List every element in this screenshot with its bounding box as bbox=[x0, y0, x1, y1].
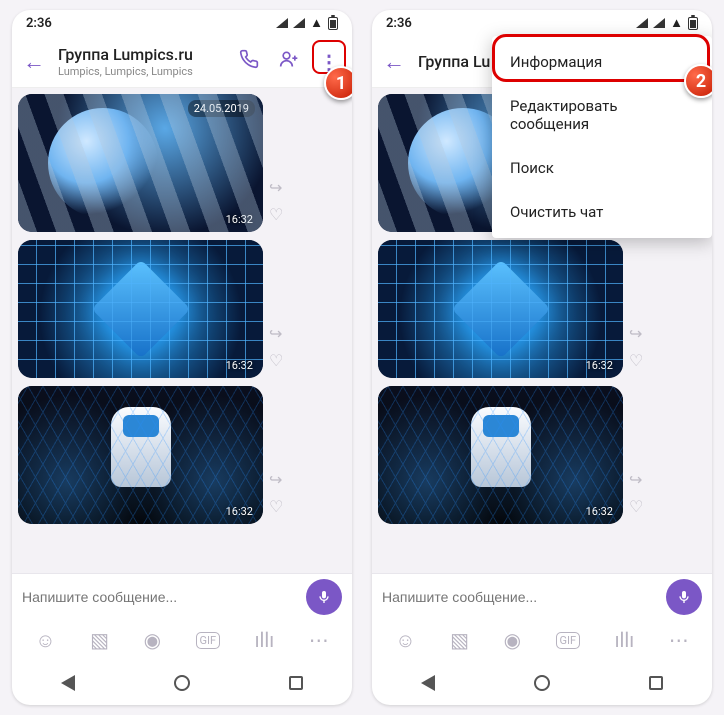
reaction-icons: ↪ ♡ bbox=[269, 324, 283, 378]
nav-recent-icon[interactable] bbox=[649, 676, 663, 690]
image-ai-robot: 16:32 bbox=[378, 386, 623, 524]
back-icon[interactable]: ← bbox=[380, 49, 408, 75]
signal-icon bbox=[636, 18, 648, 28]
audio-icon[interactable]: ıllı bbox=[255, 628, 275, 652]
nav-home-icon[interactable] bbox=[534, 675, 550, 691]
image-message[interactable]: 16:32 bbox=[18, 386, 263, 524]
step-badge-1: 1 bbox=[324, 66, 352, 100]
mic-button[interactable] bbox=[666, 579, 702, 615]
nav-home-icon[interactable] bbox=[174, 675, 190, 691]
sticker-icon[interactable]: ☺ bbox=[395, 628, 415, 653]
share-icon[interactable]: ↪ bbox=[269, 178, 283, 197]
image-ai-robot: 16:32 bbox=[18, 386, 263, 524]
reaction-icons: ↪ ♡ bbox=[269, 178, 283, 232]
battery-icon bbox=[328, 17, 338, 30]
chat-title: Группа Lumpics.ru bbox=[58, 45, 224, 64]
reaction-icons: ↪ ♡ bbox=[629, 324, 643, 378]
share-icon[interactable]: ↪ bbox=[269, 470, 283, 489]
like-icon[interactable]: ♡ bbox=[269, 497, 283, 516]
image-message[interactable]: 24.05.2019 16:32 bbox=[18, 94, 263, 232]
image-cpu-chip: 16:32 bbox=[18, 240, 263, 378]
phone-right: 2:36 ▲ ← Группа Lu Информация Редактиров… bbox=[372, 10, 712, 705]
more-attach-icon[interactable]: ⋯ bbox=[309, 628, 329, 652]
reaction-icons: ↪ ♡ bbox=[269, 470, 283, 524]
message-time: 16:32 bbox=[226, 505, 253, 518]
like-icon[interactable]: ♡ bbox=[629, 351, 643, 370]
attachment-toolbar: ☺ ▧ ◉ GIF ıllı ⋯ bbox=[372, 619, 712, 661]
camera-icon[interactable]: ◉ bbox=[144, 628, 161, 652]
message-time: 16:32 bbox=[226, 213, 253, 226]
callout-highlight-info bbox=[492, 34, 710, 82]
audio-icon[interactable]: ıllı bbox=[615, 628, 635, 652]
android-nav-bar bbox=[12, 661, 352, 705]
wifi-icon: ▲ bbox=[670, 15, 683, 31]
chat-body[interactable]: 24.05.2019 16:32 ↪ ♡ 16:32 ↪ ♡ bbox=[12, 88, 352, 573]
message-date: 24.05.2019 bbox=[188, 100, 255, 117]
image-message[interactable]: 16:32 bbox=[18, 240, 263, 378]
message-time: 16:32 bbox=[586, 359, 613, 372]
gallery-icon[interactable]: ▧ bbox=[90, 628, 109, 652]
nav-recent-icon[interactable] bbox=[289, 676, 303, 690]
status-icons: ▲ bbox=[636, 15, 698, 31]
menu-item-search[interactable]: Поиск bbox=[492, 146, 712, 190]
share-icon[interactable]: ↪ bbox=[269, 324, 283, 343]
attachment-toolbar: ☺ ▧ ◉ GIF ıllı ⋯ bbox=[12, 619, 352, 661]
chat-subtitle: Lumpics, Lumpics, Lumpics bbox=[58, 65, 224, 78]
signal-icon bbox=[276, 18, 288, 28]
android-nav-bar bbox=[372, 661, 712, 705]
like-icon[interactable]: ♡ bbox=[629, 497, 643, 516]
message-row: 16:32 ↪ ♡ bbox=[18, 240, 346, 378]
nav-back-icon[interactable] bbox=[421, 675, 435, 691]
status-bar: 2:36 ▲ bbox=[372, 10, 712, 36]
menu-item-clear[interactable]: Очистить чат bbox=[492, 190, 712, 234]
message-input[interactable] bbox=[22, 589, 296, 605]
gif-icon[interactable]: GIF bbox=[556, 632, 581, 649]
mic-button[interactable] bbox=[306, 579, 342, 615]
like-icon[interactable]: ♡ bbox=[269, 205, 283, 224]
share-icon[interactable]: ↪ bbox=[629, 324, 643, 343]
image-message[interactable]: 16:32 bbox=[378, 240, 623, 378]
message-row: 24.05.2019 16:32 ↪ ♡ bbox=[18, 94, 346, 232]
menu-item-edit[interactable]: Редактировать сообщения bbox=[492, 84, 712, 146]
add-user-icon[interactable] bbox=[274, 49, 304, 74]
step-badge-2: 2 bbox=[684, 64, 712, 98]
signal-icon bbox=[653, 18, 665, 28]
status-time: 2:36 bbox=[386, 16, 412, 31]
call-icon[interactable] bbox=[234, 49, 264, 74]
message-row: 16:32 ↪ ♡ bbox=[378, 386, 706, 524]
message-row: 16:32 ↪ ♡ bbox=[18, 386, 346, 524]
signal-icon bbox=[293, 18, 305, 28]
status-time: 2:36 bbox=[26, 16, 52, 31]
image-globe-keyboard: 24.05.2019 16:32 bbox=[18, 94, 263, 232]
message-time: 16:32 bbox=[586, 505, 613, 518]
reaction-icons: ↪ ♡ bbox=[629, 470, 643, 524]
chat-title-block[interactable]: Группа Lumpics.ru Lumpics, Lumpics, Lump… bbox=[58, 45, 224, 78]
share-icon[interactable]: ↪ bbox=[629, 470, 643, 489]
status-bar: 2:36 ▲ bbox=[12, 10, 352, 36]
message-input-bar bbox=[372, 573, 712, 619]
camera-icon[interactable]: ◉ bbox=[504, 628, 521, 652]
image-cpu-chip: 16:32 bbox=[378, 240, 623, 378]
back-icon[interactable]: ← bbox=[20, 49, 48, 75]
nav-back-icon[interactable] bbox=[61, 675, 75, 691]
gif-icon[interactable]: GIF bbox=[196, 632, 221, 649]
more-attach-icon[interactable]: ⋯ bbox=[669, 628, 689, 652]
wifi-icon: ▲ bbox=[310, 15, 323, 31]
image-message[interactable]: 16:32 bbox=[378, 386, 623, 524]
message-time: 16:32 bbox=[226, 359, 253, 372]
battery-icon bbox=[688, 17, 698, 30]
message-input[interactable] bbox=[382, 589, 656, 605]
phone-left: 2:36 ▲ ← Группа Lumpics.ru Lumpics, Lump… bbox=[12, 10, 352, 705]
status-icons: ▲ bbox=[276, 15, 338, 31]
sticker-icon[interactable]: ☺ bbox=[35, 628, 55, 653]
gallery-icon[interactable]: ▧ bbox=[450, 628, 469, 652]
chat-header: ← Группа Lumpics.ru Lumpics, Lumpics, Lu… bbox=[12, 36, 352, 88]
message-row: 16:32 ↪ ♡ bbox=[378, 240, 706, 378]
like-icon[interactable]: ♡ bbox=[269, 351, 283, 370]
message-input-bar bbox=[12, 573, 352, 619]
